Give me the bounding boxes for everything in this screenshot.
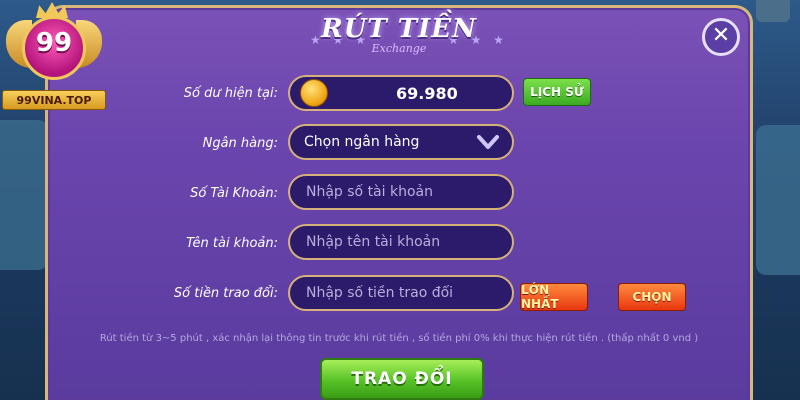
balance-label: Số dư hiện tại: [183, 86, 278, 101]
max-amount-button[interactable]: LỚN NHẤT [520, 283, 588, 311]
logo-number: 99 [35, 28, 73, 58]
balance-display: 69.980 [288, 75, 514, 111]
chevron-down-icon [477, 135, 499, 149]
history-button[interactable]: LỊCH SỬ [523, 78, 591, 106]
amount-label: Số tiền trao đổi: [173, 286, 278, 301]
bank-select[interactable]: Chọn ngân hàng [288, 124, 514, 160]
account-number-label: Số Tài Khoản: [190, 186, 278, 201]
amount-input[interactable] [304, 284, 512, 302]
settings-tab [756, 0, 790, 22]
backdrop-card-right [756, 125, 800, 275]
close-icon: ✕ [711, 23, 731, 48]
bank-label: Ngân hàng: [202, 136, 278, 151]
account-number-field-wrap [288, 174, 514, 210]
account-name-label: Tên tài khoản: [186, 236, 278, 251]
close-button[interactable]: ✕ [702, 18, 740, 56]
account-name-input[interactable] [304, 233, 512, 251]
logo-banner: 99VINA.TOP [2, 90, 106, 110]
brand-logo: 99 99VINA.TOP [2, 2, 106, 110]
account-name-field-wrap [288, 224, 514, 260]
bank-select-value: Chọn ngân hàng [304, 134, 420, 150]
amount-field-wrap [288, 275, 514, 311]
backdrop-card-left [0, 120, 48, 270]
withdraw-note: Rút tiền từ 3~5 phút , xác nhận lại thôn… [99, 333, 699, 344]
choose-button[interactable]: CHỌN [618, 283, 686, 311]
account-number-input[interactable] [304, 183, 512, 201]
crown-icon [36, 2, 68, 18]
coin-icon [300, 79, 328, 107]
dialog-subtitle: Exchange [371, 42, 427, 55]
withdraw-dialog: ★ ★ ★ ★ ★ ★ RÚT TIỀN Exchange ✕ Số dư hi… [45, 5, 753, 400]
balance-value: 69.980 [396, 83, 458, 103]
dialog-header: RÚT TIỀN Exchange [48, 14, 750, 55]
exchange-submit-button[interactable]: TRAO ĐỔI [320, 358, 484, 400]
dialog-title: RÚT TIỀN [321, 14, 477, 44]
